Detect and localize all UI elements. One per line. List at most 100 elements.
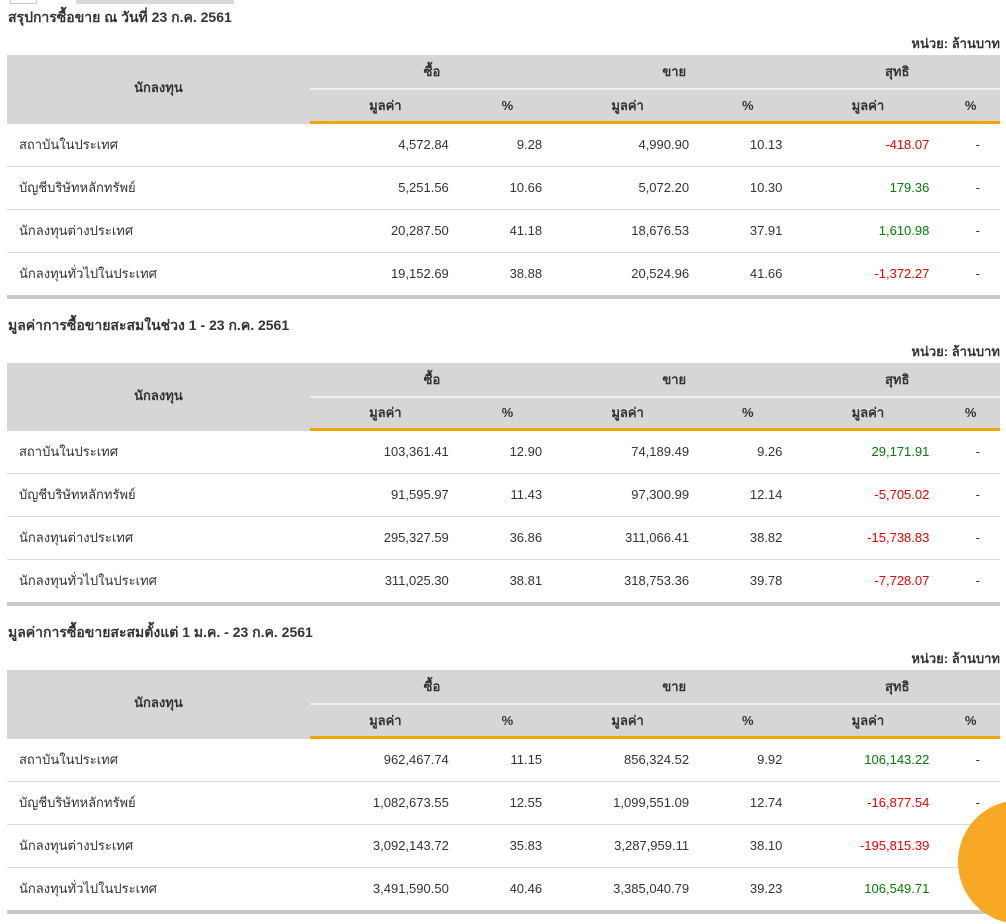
column-header-net-percent: %: [941, 703, 1000, 739]
unit-label: หน่วย: ล้านบาท: [911, 651, 1000, 666]
sell-value: 1,099,551.09: [554, 781, 702, 825]
net-percent: -: [941, 209, 1000, 253]
column-group-net: สุทธิ: [794, 55, 1000, 89]
table-row: สถาบันในประเทศ 103,361.41 12.90 74,189.4…: [7, 429, 1000, 474]
investor-name: นักลงทุนต่างประเทศ: [7, 824, 310, 868]
column-group-net: สุทธิ: [794, 670, 1000, 704]
sell-percent: 37.91: [701, 209, 795, 253]
net-percent: -: [941, 166, 1000, 210]
investor-name: นักลงทุนทั่วไปในประเทศ: [7, 559, 310, 606]
sell-percent: 12.74: [701, 781, 795, 825]
buy-value: 1,082,673.55: [309, 781, 461, 825]
year-accumulated-table: นักลงทุน ซื้อ ขาย สุทธิ มูลค่า % มูลค่า …: [7, 670, 1000, 914]
sell-percent: 41.66: [701, 252, 795, 299]
column-header-net-value: มูลค่า: [794, 703, 942, 739]
buy-value: 295,327.59: [309, 516, 461, 560]
unit-label: หน่วย: ล้านบาท: [911, 36, 1000, 51]
column-group-sell: ขาย: [554, 362, 795, 397]
sell-value: 318,753.36: [554, 559, 702, 606]
column-header-sell-percent: %: [701, 88, 795, 124]
clipped-tab-selected[interactable]: [76, 0, 234, 4]
sell-value: 97,300.99: [554, 473, 702, 517]
net-value: -418.07: [794, 122, 942, 167]
column-header-investor: นักลงทุน: [7, 55, 310, 124]
section-title: สรุปการซื้อขาย ณ วันที่ 23 ก.ค. 2561: [8, 9, 232, 25]
buy-percent: 38.81: [460, 559, 555, 606]
column-group-sell: ขาย: [554, 55, 795, 89]
column-header-buy-percent: %: [460, 395, 555, 431]
investor-name: สถาบันในประเทศ: [7, 429, 310, 474]
table-row: สถาบันในประเทศ 4,572.84 9.28 4,990.90 10…: [7, 122, 1000, 167]
sell-percent: 9.26: [701, 429, 795, 474]
table-row: สถาบันในประเทศ 962,467.74 11.15 856,324.…: [7, 737, 1000, 782]
investor-name: สถาบันในประเทศ: [7, 737, 310, 782]
column-header-sell-value: มูลค่า: [554, 703, 702, 739]
table-row: นักลงทุนต่างประเทศ 20,287.50 41.18 18,67…: [7, 209, 1000, 253]
table-row: นักลงทุนต่างประเทศ 3,092,143.72 35.83 3,…: [7, 824, 1000, 868]
section-month-accumulated: มูลค่าการซื้อขายสะสมในช่วง 1 - 23 ก.ค. 2…: [7, 316, 1000, 607]
daily-summary-table: นักลงทุน ซื้อ ขาย สุทธิ มูลค่า % มูลค่า …: [7, 55, 1000, 299]
column-header-net-percent: %: [941, 395, 1000, 431]
buy-value: 3,491,590.50: [309, 867, 461, 914]
buy-percent: 12.90: [460, 429, 555, 474]
net-value: -5,705.02: [794, 473, 942, 517]
table-row: บัญชีบริษัทหลักทรัพย์ 5,251.56 10.66 5,0…: [7, 166, 1000, 210]
table-row: นักลงทุนต่างประเทศ 295,327.59 36.86 311,…: [7, 516, 1000, 560]
column-header-net-value: มูลค่า: [794, 88, 942, 124]
buy-percent: 10.66: [460, 166, 555, 210]
column-group-buy: ซื้อ: [309, 55, 555, 89]
column-header-investor: นักลงทุน: [7, 362, 310, 431]
buy-percent: 36.86: [460, 516, 555, 560]
column-header-net-percent: %: [941, 88, 1000, 124]
sell-percent: 9.92: [701, 737, 795, 782]
column-header-net-value: มูลค่า: [794, 395, 942, 431]
buy-value: 962,467.74: [309, 737, 461, 782]
table-row: นักลงทุนทั่วไปในประเทศ 19,152.69 38.88 2…: [7, 252, 1000, 299]
column-header-buy-value: มูลค่า: [309, 395, 461, 431]
buy-value: 91,595.97: [309, 473, 461, 517]
section-year-accumulated: มูลค่าการซื้อขายสะสมตั้งแต่ 1 ม.ค. - 23 …: [7, 623, 1000, 914]
sell-percent: 38.82: [701, 516, 795, 560]
column-group-net: สุทธิ: [794, 362, 1000, 397]
buy-value: 3,092,143.72: [309, 824, 461, 868]
buy-percent: 38.88: [460, 252, 555, 299]
table-row: นักลงทุนทั่วไปในประเทศ 3,491,590.50 40.4…: [7, 867, 1000, 914]
sell-value: 4,990.90: [554, 122, 702, 167]
sell-value: 856,324.52: [554, 737, 702, 782]
buy-percent: 11.43: [460, 473, 555, 517]
sell-value: 3,287,959.11: [554, 824, 702, 868]
buy-percent: 41.18: [460, 209, 555, 253]
column-header-investor: นักลงทุน: [7, 670, 310, 739]
net-value: 29,171.91: [794, 429, 942, 474]
section-title: มูลค่าการซื้อขายสะสมในช่วง 1 - 23 ก.ค. 2…: [8, 316, 290, 333]
buy-value: 311,025.30: [309, 559, 461, 606]
net-value: -15,738.83: [794, 516, 942, 560]
net-value: 179.36: [794, 166, 942, 210]
column-header-sell-value: มูลค่า: [554, 395, 702, 431]
clipped-tab-bar: [0, 0, 1006, 4]
table-row: บัญชีบริษัทหลักทรัพย์ 1,082,673.55 12.55…: [7, 781, 1000, 825]
sell-value: 3,385,040.79: [554, 867, 702, 914]
net-value: -16,877.54: [794, 781, 942, 825]
sell-value: 5,072.20: [554, 166, 702, 210]
investor-trading-summary-page: สรุปการซื้อขาย ณ วันที่ 23 ก.ค. 2561 หน่…: [0, 0, 1006, 914]
unit-label: หน่วย: ล้านบาท: [911, 343, 1000, 359]
sell-percent: 38.10: [701, 824, 795, 868]
clipped-tab[interactable]: [10, 0, 37, 4]
table-row: บัญชีบริษัทหลักทรัพย์ 91,595.97 11.43 97…: [7, 473, 1000, 517]
net-percent: -: [941, 473, 1000, 517]
column-group-buy: ซื้อ: [309, 362, 555, 397]
net-percent: -: [941, 122, 1000, 167]
net-percent: -: [941, 737, 1000, 782]
sell-percent: 12.14: [701, 473, 795, 517]
sell-percent: 39.23: [701, 867, 795, 914]
investor-name: บัญชีบริษัทหลักทรัพย์: [7, 166, 310, 210]
investor-name: นักลงทุนทั่วไปในประเทศ: [7, 867, 310, 914]
column-header-sell-percent: %: [701, 395, 795, 431]
sell-percent: 10.13: [701, 122, 795, 167]
column-group-sell: ขาย: [554, 670, 795, 704]
sell-value: 20,524.96: [554, 252, 702, 299]
column-header-buy-percent: %: [460, 88, 555, 124]
buy-value: 19,152.69: [309, 252, 461, 299]
buy-percent: 9.28: [460, 122, 555, 167]
